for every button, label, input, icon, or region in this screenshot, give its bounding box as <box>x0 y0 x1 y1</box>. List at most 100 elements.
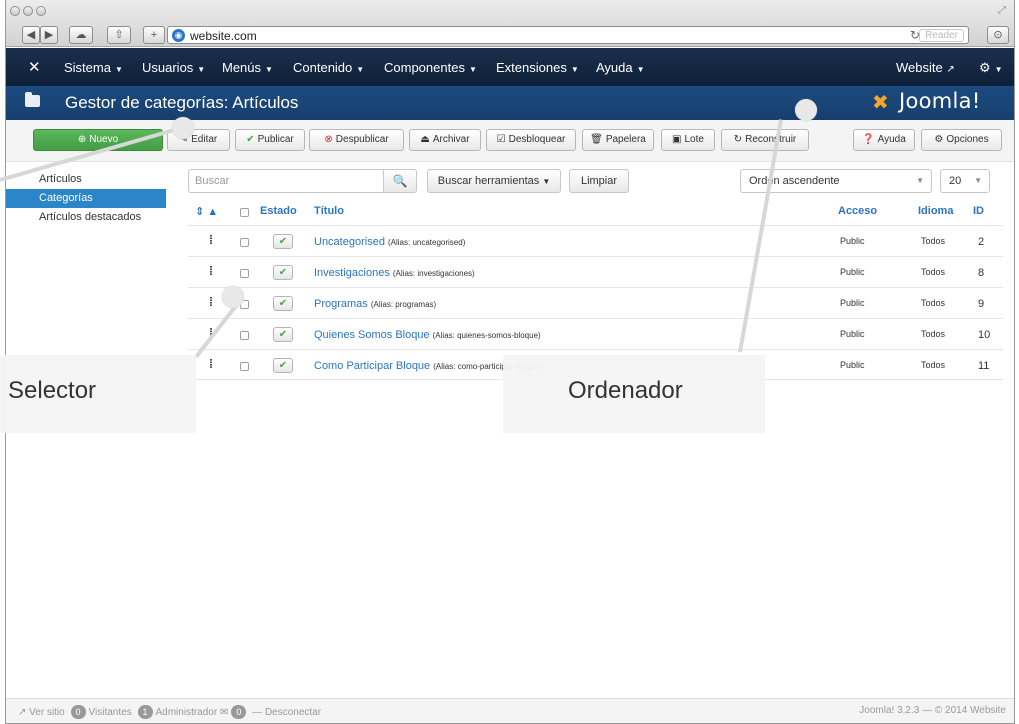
page-title: Gestor de categorías: Artículos <box>65 93 299 112</box>
column-header-access[interactable]: Acceso <box>838 205 877 217</box>
batch-button[interactable]: ▣ Lote <box>661 129 715 151</box>
envelope-icon: ✉ <box>219 707 229 718</box>
published-status-button[interactable]: ✔ <box>273 327 293 342</box>
ordenador-callout: Ordenador <box>503 355 765 433</box>
clear-button[interactable]: Limpiar <box>569 169 629 193</box>
minus-icon: — <box>252 707 263 718</box>
external-link-icon: ↗ <box>946 64 955 75</box>
close-window-button[interactable] <box>10 6 20 16</box>
row-checkbox[interactable] <box>240 362 249 371</box>
row-id: 2 <box>978 236 985 248</box>
published-status-button[interactable]: ✔ <box>273 234 293 249</box>
footer-version: Joomla! 3.2.3 — © 2014 Website <box>859 705 1006 716</box>
chevron-down-icon: ▼ <box>636 65 645 74</box>
row-checkbox[interactable] <box>240 238 249 247</box>
column-header-id[interactable]: ID <box>973 205 984 217</box>
admin-label: Administrador <box>155 707 218 718</box>
unpublish-icon: ⊗ <box>324 134 333 145</box>
row-access: Public <box>840 329 865 339</box>
row-checkbox[interactable] <box>240 331 249 340</box>
chevron-down-icon: ▼ <box>265 65 273 74</box>
column-header-status[interactable]: Estado <box>260 205 297 217</box>
view-site-link[interactable]: Ver sitio <box>29 707 65 718</box>
drag-handle-icon[interactable]: ⁞ <box>209 357 213 371</box>
menu-sistema[interactable]: Sistema ▼ <box>64 60 123 75</box>
help-icon: ❓ <box>862 134 875 145</box>
user-settings-menu[interactable]: ⚙ ▼ <box>979 60 1003 76</box>
archive-icon: ⏏ <box>420 134 430 145</box>
row-checkbox[interactable] <box>240 269 249 278</box>
unlock-button[interactable]: ☑ Desbloquear <box>486 129 576 151</box>
unpublish-button[interactable]: ⊗ Despublicar <box>309 129 404 151</box>
callout-dot-ordenador <box>795 99 817 121</box>
selector-callout: Selector <box>0 355 196 433</box>
page: ⤢ ◀ ▶ ☁ ⇧ + ◉ website.com ↻ Reader ⊙ ✕ S… <box>0 0 1019 724</box>
published-status-button[interactable]: ✔ <box>273 265 293 280</box>
menu-extensiones[interactable]: Extensiones ▼ <box>496 60 579 75</box>
table-row: ⁞ ✔ Uncategorised (Alias: uncategorised)… <box>188 225 1003 256</box>
options-button[interactable]: ⚙ Opciones <box>921 129 1002 151</box>
visitors-label: Visitantes <box>88 707 132 718</box>
reader-button[interactable]: Reader <box>919 29 964 42</box>
zoom-window-button[interactable] <box>36 6 46 16</box>
rebuild-button[interactable]: ↻ Reconstruir <box>721 129 809 151</box>
icloud-button[interactable]: ☁ <box>69 26 93 44</box>
chevron-down-icon: ▼ <box>542 177 551 186</box>
row-access: Public <box>840 236 865 246</box>
ordering-sort-icon[interactable]: ⇕ ▲ <box>195 205 218 218</box>
address-bar[interactable]: ◉ website.com ↻ Reader <box>167 26 969 44</box>
drag-handle-icon[interactable]: ⁞ <box>209 264 213 278</box>
drag-handle-icon[interactable]: ⁞ <box>209 295 213 309</box>
back-button[interactable]: ◀ <box>22 26 40 44</box>
chevron-down-icon: ▼ <box>197 65 206 74</box>
gear-icon: ⚙ <box>979 60 991 75</box>
joomla-icon[interactable]: ✕ <box>28 58 41 76</box>
menu-componentes[interactable]: Componentes ▼ <box>384 60 477 75</box>
row-title[interactable]: Investigaciones (Alias: investigaciones) <box>314 267 475 279</box>
share-button[interactable]: ⇧ <box>107 26 131 44</box>
menu-usuarios[interactable]: Usuarios ▼ <box>142 60 205 75</box>
chevron-down-icon: ▼ <box>974 176 982 185</box>
chevron-down-icon: ▼ <box>468 65 477 74</box>
fullscreen-icon[interactable]: ⤢ <box>998 5 1006 16</box>
help-button[interactable]: ❓ Ayuda <box>853 129 915 151</box>
limit-select[interactable]: 20 ▼ <box>940 169 990 193</box>
drag-handle-icon[interactable]: ⁞ <box>209 233 213 247</box>
row-language: Todos <box>921 298 946 308</box>
new-tab-button[interactable]: + <box>143 26 165 44</box>
archive-button[interactable]: ⏏ Archivar <box>409 129 481 151</box>
sidebar-item-articulos-destacados[interactable]: Artículos destacados <box>6 208 166 227</box>
row-id: 10 <box>978 329 991 341</box>
row-title[interactable]: Quienes Somos Bloque (Alias: quienes-som… <box>314 329 541 341</box>
menu-ayuda[interactable]: Ayuda ▼ <box>596 60 645 75</box>
browser-titlebar: ⤢ ◀ ▶ ☁ ⇧ + ◉ website.com ↻ Reader ⊙ <box>6 0 1014 47</box>
messages-count-badge[interactable]: 0 <box>231 705 247 719</box>
forward-button[interactable]: ▶ <box>40 26 58 44</box>
column-header-language[interactable]: Idioma <box>918 205 953 217</box>
sidebar-item-categorias[interactable]: Categorías <box>6 189 166 208</box>
published-status-button[interactable]: ✔ <box>273 358 293 373</box>
menu-contenido[interactable]: Contenido ▼ <box>293 60 364 75</box>
select-all-checkbox[interactable] <box>240 208 249 217</box>
search-button[interactable]: 🔍 <box>383 169 417 193</box>
website-link[interactable]: Website ↗ <box>896 60 955 75</box>
admin-count-badge: 1 <box>137 705 153 719</box>
published-status-button[interactable]: ✔ <box>273 296 293 311</box>
search-tools-button[interactable]: Buscar herramientas ▼ <box>427 169 561 193</box>
menu-menus[interactable]: Menús ▼ <box>222 60 273 75</box>
toolbar: ⊕ Nuevo ✎ Editar ✔ Publicar ⊗ Despublicar ⏏ A… <box>6 120 1014 162</box>
minimize-window-button[interactable] <box>23 6 33 16</box>
check-icon: ✔ <box>246 134 255 145</box>
publish-button[interactable]: ✔ Publicar <box>235 129 305 151</box>
page-header: Gestor de categorías: Artículos ✖ Joomla… <box>6 86 1014 120</box>
row-title[interactable]: Uncategorised (Alias: uncategorised) <box>314 236 465 248</box>
search-input[interactable]: Buscar <box>188 169 384 193</box>
downloads-button[interactable]: ⊙ <box>987 26 1009 44</box>
download-icon: ⊙ <box>993 29 1003 41</box>
logout-link[interactable]: Desconectar <box>265 707 321 718</box>
column-header-title[interactable]: Título <box>314 205 344 217</box>
trash-button[interactable]: 🗑 Papelera <box>582 129 654 151</box>
search-icon: 🔍 <box>392 174 408 188</box>
table-row: ⁞ ✔ Programas (Alias: programas) Public … <box>188 287 1003 318</box>
row-title[interactable]: Programas (Alias: programas) <box>314 298 436 310</box>
